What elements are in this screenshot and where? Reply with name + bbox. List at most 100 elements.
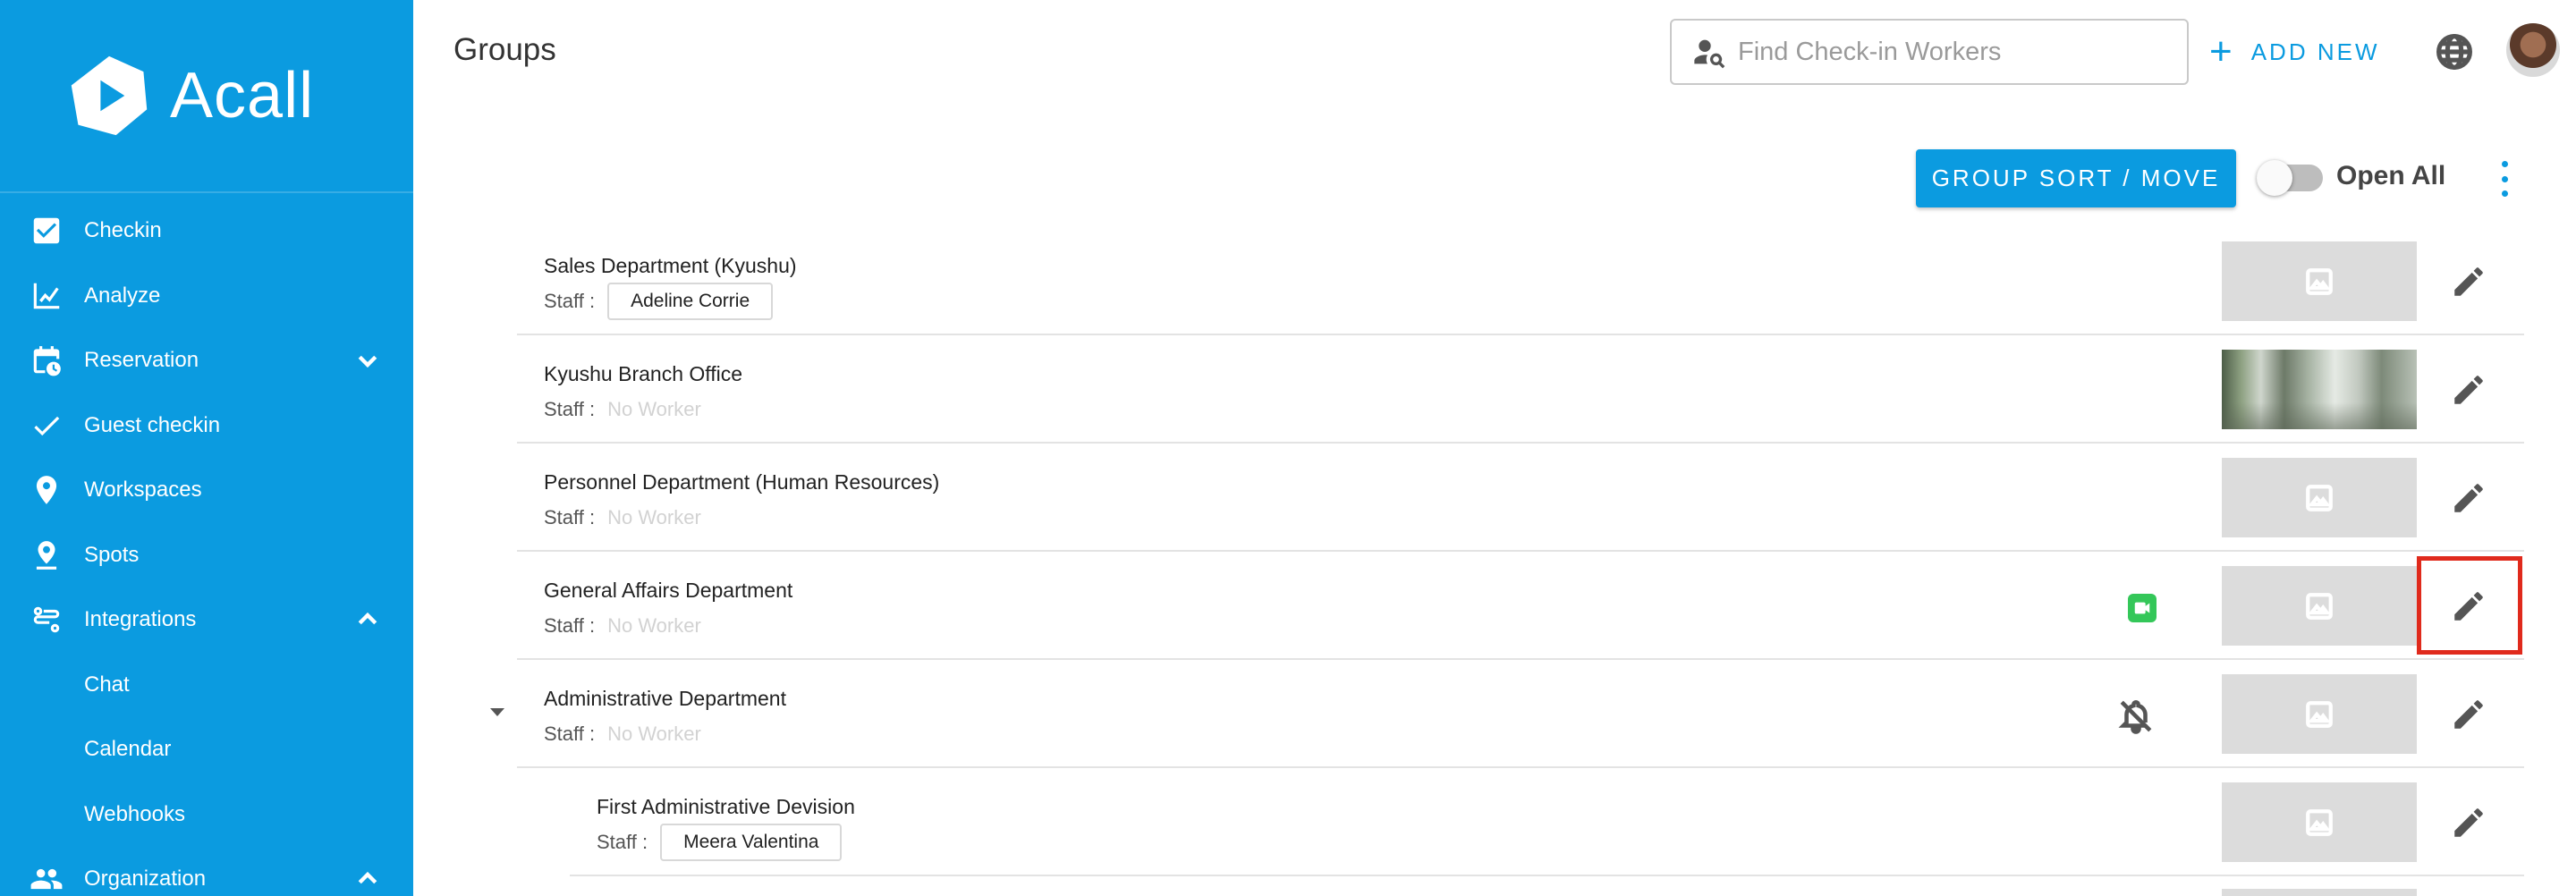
more-options-icon[interactable]: [2496, 161, 2513, 197]
edit-icon[interactable]: [2450, 479, 2487, 517]
no-worker-text: No Worker: [607, 398, 701, 420]
sidebar-item-reservation[interactable]: Reservation: [0, 328, 413, 393]
open-all-toggle[interactable]: [2257, 160, 2323, 196]
no-worker-text: No Worker: [607, 506, 701, 528]
sidebar-item-label: Reservation: [84, 348, 199, 373]
globe-icon[interactable]: [2435, 32, 2474, 72]
group-name: Personnel Department (Human Resources): [544, 470, 940, 494]
person-pin-icon: [29, 537, 64, 573]
staff-label: Staff :: [544, 290, 596, 312]
checkbox-icon: [29, 213, 64, 249]
add-new-button[interactable]: + ADD NEW: [2209, 32, 2379, 72]
sidebar-item-label: Checkin: [84, 218, 162, 243]
group-name: Kyushu Branch Office: [544, 362, 743, 385]
group-thumbnail[interactable]: [2222, 241, 2417, 321]
page-title: Groups: [453, 32, 556, 67]
group-thumbnail[interactable]: [2222, 566, 2417, 646]
group-row[interactable]: Administrative Department Staff : No Wor…: [490, 660, 2524, 768]
sidebar-item-calendar[interactable]: Calendar: [0, 717, 413, 782]
sidebar-item-analyze[interactable]: Analyze: [0, 264, 413, 329]
sidebar-item-webhooks[interactable]: Webhooks: [0, 782, 413, 848]
sidebar-item-label: Spots: [84, 542, 140, 567]
group-staff: Staff : No Worker: [544, 499, 701, 537]
group-name: First Administrative Devision: [597, 795, 855, 818]
toggle-knob: [2257, 160, 2292, 196]
sidebar-item-label: Guest checkin: [84, 412, 221, 437]
check-icon: [29, 408, 64, 444]
group-name: General Affairs Department: [544, 579, 793, 602]
group-row[interactable]: General Affairs Department Staff : No Wo…: [517, 552, 2524, 660]
caret-down-icon[interactable]: [490, 708, 504, 716]
worker-chip[interactable]: Adeline Corrie: [607, 283, 774, 320]
sidebar-item-workspaces[interactable]: Workspaces: [0, 458, 413, 523]
acall-logo-icon: [71, 55, 148, 136]
group-staff: Staff : No Worker: [544, 607, 701, 645]
group-staff: Staff : No Worker: [544, 391, 701, 428]
image-placeholder-icon: [2306, 808, 2333, 836]
sidebar-item-organization[interactable]: Organization: [0, 847, 413, 896]
add-new-label: ADD NEW: [2250, 38, 2380, 65]
chevron-down-icon[interactable]: [354, 347, 381, 374]
staff-label: Staff :: [544, 723, 596, 745]
no-worker-text: No Worker: [607, 723, 701, 745]
sidebar-item-integrations[interactable]: Integrations: [0, 587, 413, 653]
open-all-label: Open All: [2336, 161, 2446, 190]
sidebar-item-guest-checkin[interactable]: Guest checkin: [0, 393, 413, 459]
chevron-up-icon[interactable]: [354, 866, 381, 892]
group-row[interactable]: Kyushu Branch Office Staff : No Worker: [517, 335, 2524, 444]
edit-icon[interactable]: [2450, 263, 2487, 300]
brand-logo[interactable]: Acall: [0, 0, 413, 193]
group-thumbnail[interactable]: [2222, 889, 2417, 896]
bell-off-icon[interactable]: [2117, 697, 2155, 735]
group-thumbnail-photo[interactable]: [2222, 350, 2417, 429]
edit-icon[interactable]: [2450, 696, 2487, 733]
sidebar-nav: Checkin Analyze Reservation Guest checki…: [0, 193, 413, 896]
sidebar-item-spots[interactable]: Spots: [0, 523, 413, 588]
chevron-up-icon[interactable]: [354, 606, 381, 633]
avatar[interactable]: [2506, 23, 2560, 77]
video-call-icon[interactable]: [2128, 594, 2157, 622]
no-worker-text: No Worker: [607, 614, 701, 637]
group-row[interactable]: Personnel Department (Human Resources) S…: [517, 444, 2524, 552]
image-placeholder-icon: [2306, 592, 2333, 620]
people-icon: [29, 861, 64, 896]
sidebar-item-label: Calendar: [84, 737, 172, 762]
sidebar-item-label: Workspaces: [84, 478, 202, 503]
sidebar-item-chat[interactable]: Chat: [0, 653, 413, 718]
sidebar-item-label: Integrations: [84, 607, 197, 632]
group-thumbnail[interactable]: [2222, 674, 2417, 754]
image-placeholder-icon: [2306, 484, 2333, 511]
staff-label: Staff :: [597, 831, 648, 853]
sidebar-item-checkin[interactable]: Checkin: [0, 199, 413, 264]
group-thumbnail[interactable]: [2222, 782, 2417, 862]
group-row[interactable]: Sales Department (Kyushu) Staff : Adelin…: [517, 227, 2524, 335]
group-staff: Staff : Adeline Corrie: [544, 283, 774, 320]
staff-label: Staff :: [544, 506, 596, 528]
group-name: Sales Department (Kyushu): [544, 254, 797, 277]
group-thumbnail[interactable]: [2222, 458, 2417, 537]
group-staff: Staff : No Worker: [544, 715, 701, 753]
integrations-icon: [29, 602, 64, 638]
group-sort-move-button[interactable]: GROUP SORT / MOVE: [1916, 149, 2236, 207]
brand-name: Acall: [170, 60, 315, 131]
group-name: Administrative Department: [544, 687, 786, 710]
worker-chip[interactable]: Meera Valentina: [660, 824, 843, 861]
image-placeholder-icon: [2306, 267, 2333, 295]
staff-label: Staff :: [544, 614, 596, 637]
edit-icon[interactable]: [2450, 371, 2487, 409]
plus-icon: +: [2209, 30, 2235, 73]
image-placeholder-icon: [2306, 700, 2333, 728]
location-pin-icon: [29, 472, 64, 508]
group-row-child-partial[interactable]: [570, 876, 2524, 896]
group-row-child[interactable]: First Administrative Devision Staff : Me…: [570, 768, 2524, 876]
edit-icon[interactable]: [2450, 804, 2487, 841]
group-staff: Staff : Meera Valentina: [597, 824, 843, 861]
search-input[interactable]: [1738, 37, 2167, 67]
sidebar-item-label: Analyze: [84, 283, 161, 308]
calendar-clock-icon: [29, 342, 64, 378]
sidebar-item-label: Organization: [84, 866, 207, 892]
staff-label: Staff :: [544, 398, 596, 420]
sidebar-item-label: Webhooks: [84, 801, 185, 826]
search-box[interactable]: [1670, 19, 2189, 85]
chart-line-icon: [29, 278, 64, 314]
